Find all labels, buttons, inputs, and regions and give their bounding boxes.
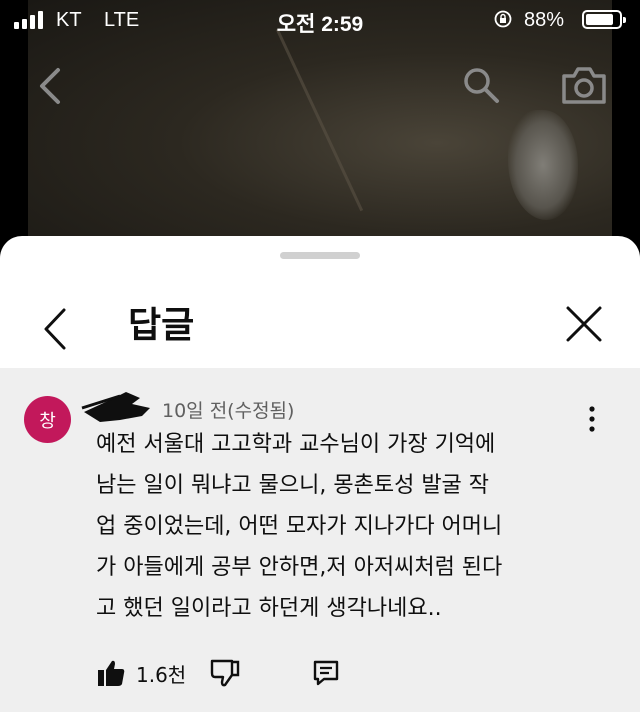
author-name-redacted xyxy=(81,392,150,422)
drag-handle[interactable] xyxy=(280,252,360,259)
video-texture xyxy=(508,110,578,220)
comment-line: 업 중이었는데, 어떤 모자가 지나가다 어머니 xyxy=(96,514,503,539)
comment-line: 가 아들에게 공부 안하면,저 아저씨처럼 된다 xyxy=(96,555,503,580)
battery-percent: 88% xyxy=(524,9,565,31)
avatar[interactable]: 창 xyxy=(24,396,71,443)
comment-card: 창 10일 전(수정됨) 예전 서울대 고고학과 교수님이 가장 기억에 남는 … xyxy=(0,368,640,712)
rotation-lock-icon xyxy=(494,10,512,28)
comment-text: 예전 서울대 고고학과 교수님이 가장 기억에 남는 일이 뭐냐고 물으니, 몽… xyxy=(96,424,596,629)
chevron-left-icon[interactable] xyxy=(40,304,76,354)
thumbs-up-icon[interactable] xyxy=(96,658,126,688)
search-icon[interactable] xyxy=(462,66,500,104)
like-count: 1.6천 xyxy=(136,662,187,687)
camera-icon[interactable] xyxy=(560,64,608,106)
comment-meta: 10일 전(수정됨) xyxy=(162,400,295,422)
comment-line: 고 했던 일이라고 하던게 생각나네요.. xyxy=(96,596,442,621)
status-bar: KT LTE 오전 2:59 88% xyxy=(0,0,640,40)
video-texture xyxy=(275,28,364,212)
replies-sheet: 답글 창 10일 전(수정됨) 예전 서울대 고고학과 교수님이 가장 기억에 … xyxy=(0,236,640,712)
close-icon[interactable] xyxy=(562,302,606,346)
sheet-header: 답글 xyxy=(0,276,640,368)
thumbs-down-icon[interactable] xyxy=(210,658,240,688)
sheet-title: 답글 xyxy=(128,305,195,346)
comment-line: 예전 서울대 고고학과 교수님이 가장 기억에 xyxy=(96,432,496,457)
back-arrow-icon[interactable] xyxy=(36,66,66,106)
battery-icon xyxy=(582,10,626,29)
comment-actions: 1.6천 xyxy=(96,656,340,690)
reply-icon[interactable] xyxy=(312,659,340,687)
comment-line: 남는 일이 뭐냐고 물으니, 몽촌토성 발굴 작 xyxy=(96,473,490,498)
